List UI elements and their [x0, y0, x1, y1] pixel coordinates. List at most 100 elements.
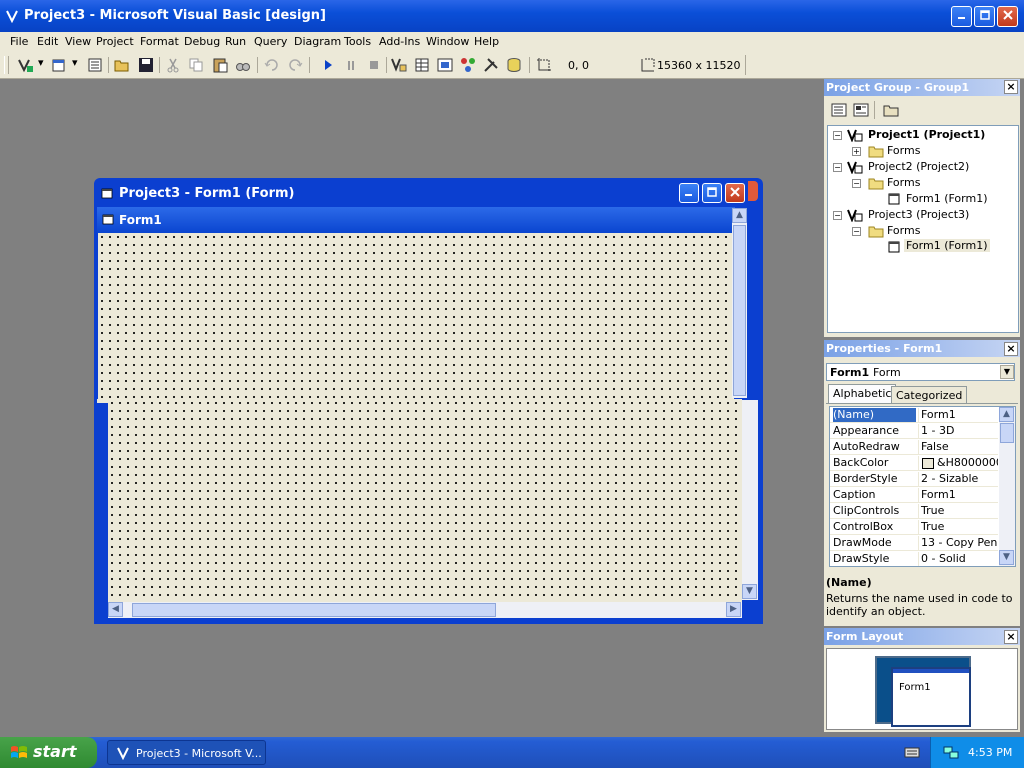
form-designer-window[interactable]: Project3 - Form1 (Form) Form1: [94, 178, 763, 624]
toolbar-grip[interactable]: [4, 56, 9, 74]
data-view-icon[interactable]: [505, 56, 523, 74]
tree-item-forms[interactable]: Forms: [887, 224, 920, 237]
open-folder-icon[interactable]: [113, 56, 131, 74]
properties-close-button[interactable]: ×: [1004, 342, 1018, 356]
menu-tools[interactable]: Tools: [344, 35, 371, 48]
view-object-icon[interactable]: [853, 103, 869, 117]
menu-file[interactable]: File: [10, 35, 28, 48]
form-close-button[interactable]: [725, 183, 745, 203]
property-value[interactable]: Form1: [918, 408, 998, 422]
scroll-left-button[interactable]: ◀: [108, 602, 123, 617]
dropdown-arrow-icon[interactable]: ▾: [72, 56, 78, 69]
tab-alphabetic[interactable]: Alphabetic: [828, 384, 897, 404]
view-code-icon[interactable]: [831, 103, 847, 117]
property-row[interactable]: AutoRedraw False: [830, 439, 998, 455]
find-icon[interactable]: [234, 56, 252, 74]
tree-item-project2[interactable]: Project2 (Project2): [868, 160, 969, 173]
expand-toggle[interactable]: +: [852, 147, 861, 156]
menu-run[interactable]: Run: [225, 35, 246, 48]
form-horizontal-scrollbar[interactable]: ◀ ▶: [108, 602, 742, 618]
menu-edit[interactable]: Edit: [37, 35, 58, 48]
property-row[interactable]: Appearance 1 - 3D: [830, 423, 998, 439]
scroll-thumb[interactable]: [733, 225, 746, 396]
menu-debug[interactable]: Debug: [184, 35, 220, 48]
project-explorer-close-button[interactable]: ×: [1004, 80, 1018, 94]
tree-item-forms[interactable]: Forms: [887, 176, 920, 189]
cut-icon[interactable]: [164, 56, 182, 74]
tree-item-form1-selected[interactable]: Form1 (Form1): [904, 239, 990, 252]
dropdown-arrow-icon[interactable]: ▾: [38, 56, 44, 69]
tree-item-form1[interactable]: Form1 (Form1): [906, 192, 988, 205]
property-value[interactable]: True: [918, 520, 998, 534]
toolbox-icon[interactable]: [482, 56, 500, 74]
add-project-icon[interactable]: [16, 56, 34, 74]
pause-icon[interactable]: [342, 56, 360, 74]
collapse-toggle[interactable]: −: [833, 211, 842, 220]
collapse-toggle[interactable]: −: [852, 227, 861, 236]
menu-window[interactable]: Window: [426, 35, 469, 48]
property-grid[interactable]: (Name) Form1 Appearance 1 - 3D AutoRedraw F…: [829, 406, 1016, 567]
taskbar-item-vb[interactable]: Project3 - Microsoft V...: [107, 740, 266, 765]
property-row[interactable]: Caption Form1: [830, 487, 998, 503]
minimize-button[interactable]: [951, 6, 972, 27]
property-value[interactable]: True: [918, 504, 998, 518]
menu-view[interactable]: View: [65, 35, 91, 48]
scroll-down-button[interactable]: ▼: [742, 584, 757, 599]
object-selector-dropdown[interactable]: Form1 Form ▼: [826, 363, 1015, 381]
object-browser-icon[interactable]: [459, 56, 477, 74]
horizontal-scroll-thumb[interactable]: [132, 603, 496, 617]
property-row[interactable]: (Name) Form1: [830, 407, 998, 423]
undo-icon[interactable]: [263, 56, 281, 74]
save-icon[interactable]: [137, 56, 155, 74]
collapse-toggle[interactable]: −: [852, 179, 861, 188]
scroll-up-button[interactable]: ▲: [999, 407, 1014, 422]
form-maximize-button[interactable]: [702, 183, 722, 203]
add-form-icon[interactable]: [50, 56, 68, 74]
form-design-surface-top[interactable]: [98, 233, 734, 399]
menu-format[interactable]: Format: [140, 35, 179, 48]
tree-item-project1[interactable]: Project1 (Project1): [868, 128, 985, 141]
form-minimize-button[interactable]: [679, 183, 699, 203]
property-value[interactable]: 2 - Sizable: [918, 472, 998, 486]
copy-icon[interactable]: [187, 56, 205, 74]
collapse-toggle[interactable]: −: [833, 131, 842, 140]
scroll-down-button[interactable]: ▼: [999, 550, 1014, 565]
form-layout-icon[interactable]: [436, 56, 454, 74]
paste-icon[interactable]: [211, 56, 229, 74]
project-explorer-icon[interactable]: [390, 56, 408, 74]
form-vertical-scrollbar[interactable]: ▼: [742, 400, 758, 600]
network-icon[interactable]: [943, 744, 959, 760]
property-value[interactable]: 0 - Solid: [918, 552, 998, 566]
property-row[interactable]: ClipControls True: [830, 503, 998, 519]
app-titlebar[interactable]: Project3 - Microsoft Visual Basic [desig…: [0, 0, 1024, 32]
start-run-icon[interactable]: [319, 56, 337, 74]
scroll-up-button[interactable]: ▲: [732, 208, 747, 223]
toggle-folders-icon[interactable]: [883, 103, 899, 117]
form-design-surface[interactable]: [108, 399, 742, 602]
layout-form-preview[interactable]: Form1: [891, 667, 971, 727]
property-value[interactable]: Form1: [918, 488, 998, 502]
property-row[interactable]: BorderStyle 2 - Sizable: [830, 471, 998, 487]
property-grid-scrollbar[interactable]: ▲ ▼: [999, 407, 1015, 566]
property-value[interactable]: 13 - Copy Pen: [918, 536, 998, 550]
maximize-button[interactable]: [974, 6, 995, 27]
property-row[interactable]: BackColor&H8000000F: [830, 455, 998, 471]
property-row[interactable]: DrawStyle 0 - Solid: [830, 551, 998, 566]
keyboard-icon[interactable]: [904, 746, 920, 759]
form-layout-close-button[interactable]: ×: [1004, 630, 1018, 644]
collapse-toggle[interactable]: −: [833, 163, 842, 172]
scroll-right-button[interactable]: ▶: [726, 602, 741, 617]
menu-addins[interactable]: Add-Ins: [379, 35, 420, 48]
tree-item-project3[interactable]: Project3 (Project3): [868, 208, 969, 221]
tree-item-forms[interactable]: Forms: [887, 144, 920, 157]
menu-editor-icon[interactable]: [86, 56, 104, 74]
form-vertical-scrollbar-top[interactable]: ▲: [732, 208, 747, 398]
redo-icon[interactable]: [286, 56, 304, 74]
project-tree[interactable]: − Project1 (Project1) + Forms − Project2…: [827, 125, 1019, 333]
start-button[interactable]: start: [0, 737, 97, 768]
form-caption-bar[interactable]: Form1: [97, 207, 735, 233]
tab-categorized[interactable]: Categorized: [891, 386, 968, 404]
property-row[interactable]: DrawMode 13 - Copy Pen: [830, 535, 998, 551]
menu-query[interactable]: Query: [254, 35, 287, 48]
scroll-thumb[interactable]: [1000, 423, 1014, 443]
